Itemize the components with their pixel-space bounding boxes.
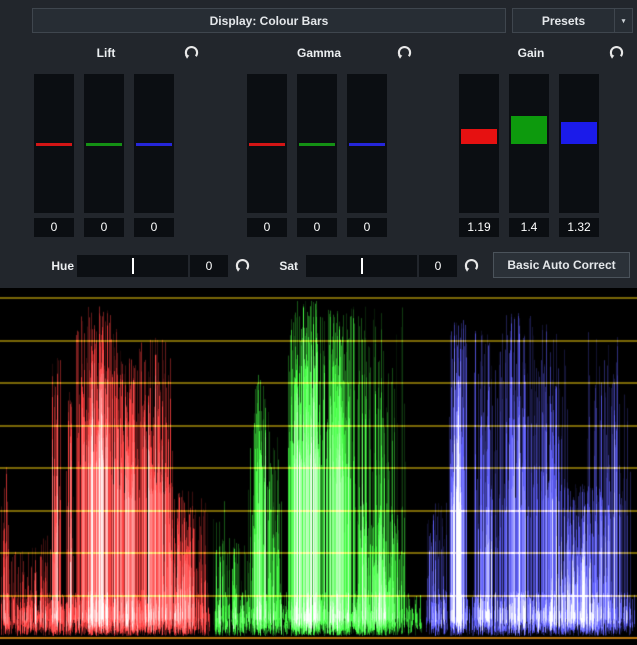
gamma-blue-value[interactable]: 0 xyxy=(347,218,387,237)
gamma-red-handle[interactable] xyxy=(249,143,285,146)
lift-blue-slider[interactable] xyxy=(134,74,174,213)
lift-blue-handle[interactable] xyxy=(136,143,172,146)
reset-arrow-icon xyxy=(462,256,481,275)
gain-label: Gain xyxy=(425,46,637,60)
gamma-green-value[interactable]: 0 xyxy=(297,218,337,237)
gain-red-value[interactable]: 1.19 xyxy=(459,218,499,237)
gamma-blue-slider[interactable] xyxy=(347,74,387,213)
gain-green-value[interactable]: 1.4 xyxy=(509,218,549,237)
lift-blue-value[interactable]: 0 xyxy=(134,218,174,237)
gamma-label: Gamma xyxy=(213,46,425,60)
gain-red-slider[interactable] xyxy=(459,74,499,213)
sat-value[interactable]: 0 xyxy=(419,255,457,277)
hue-slider-handle[interactable] xyxy=(132,258,134,274)
presets-label: Presets xyxy=(513,9,614,32)
chevron-down-icon[interactable]: ▾ xyxy=(614,9,632,32)
hue-label: Hue xyxy=(36,256,74,277)
lift-green-value[interactable]: 0 xyxy=(84,218,124,237)
reset-arrow-icon xyxy=(607,43,626,62)
colour-correction-panel: Display: Colour Bars Presets ▾ Lift 0 0 … xyxy=(0,0,637,645)
lift-red-slider[interactable] xyxy=(34,74,74,213)
gamma-section: Gamma 0 0 0 xyxy=(213,40,425,248)
gain-blue-value[interactable]: 1.32 xyxy=(559,218,599,237)
lift-red-value[interactable]: 0 xyxy=(34,218,74,237)
gain-section: Gain 1.19 1.4 1.32 xyxy=(425,40,637,248)
hue-reset-button[interactable] xyxy=(233,256,252,275)
hue-value[interactable]: 0 xyxy=(190,255,228,277)
sat-label: Sat xyxy=(266,256,298,277)
gamma-reset-button[interactable] xyxy=(395,43,414,62)
sat-slider-handle[interactable] xyxy=(361,258,363,274)
reset-arrow-icon xyxy=(182,43,201,62)
waveform-scope xyxy=(0,288,637,645)
gamma-red-value[interactable]: 0 xyxy=(247,218,287,237)
gamma-green-handle[interactable] xyxy=(299,143,335,146)
lift-green-handle[interactable] xyxy=(86,143,122,146)
reset-arrow-icon xyxy=(395,43,414,62)
controls-panel: Display: Colour Bars Presets ▾ Lift 0 0 … xyxy=(0,0,637,288)
gain-blue-slider[interactable] xyxy=(559,74,599,213)
gain-red-handle[interactable] xyxy=(461,129,497,144)
hue-slider[interactable] xyxy=(77,255,188,277)
basic-auto-correct-button[interactable]: Basic Auto Correct xyxy=(493,252,630,278)
sat-reset-button[interactable] xyxy=(462,256,481,275)
gain-green-slider[interactable] xyxy=(509,74,549,213)
reset-arrow-icon xyxy=(233,256,252,275)
lift-label: Lift xyxy=(0,46,212,60)
presets-button[interactable]: Presets ▾ xyxy=(512,8,633,33)
gain-green-handle[interactable] xyxy=(511,116,547,144)
lift-green-slider[interactable] xyxy=(84,74,124,213)
lift-section: Lift 0 0 0 xyxy=(0,40,212,248)
lift-reset-button[interactable] xyxy=(182,43,201,62)
display-mode-button[interactable]: Display: Colour Bars xyxy=(32,8,506,33)
gamma-blue-handle[interactable] xyxy=(349,143,385,146)
gamma-green-slider[interactable] xyxy=(297,74,337,213)
lift-red-handle[interactable] xyxy=(36,143,72,146)
gamma-red-slider[interactable] xyxy=(247,74,287,213)
gain-blue-handle[interactable] xyxy=(561,122,597,144)
gain-reset-button[interactable] xyxy=(607,43,626,62)
sat-slider[interactable] xyxy=(306,255,417,277)
